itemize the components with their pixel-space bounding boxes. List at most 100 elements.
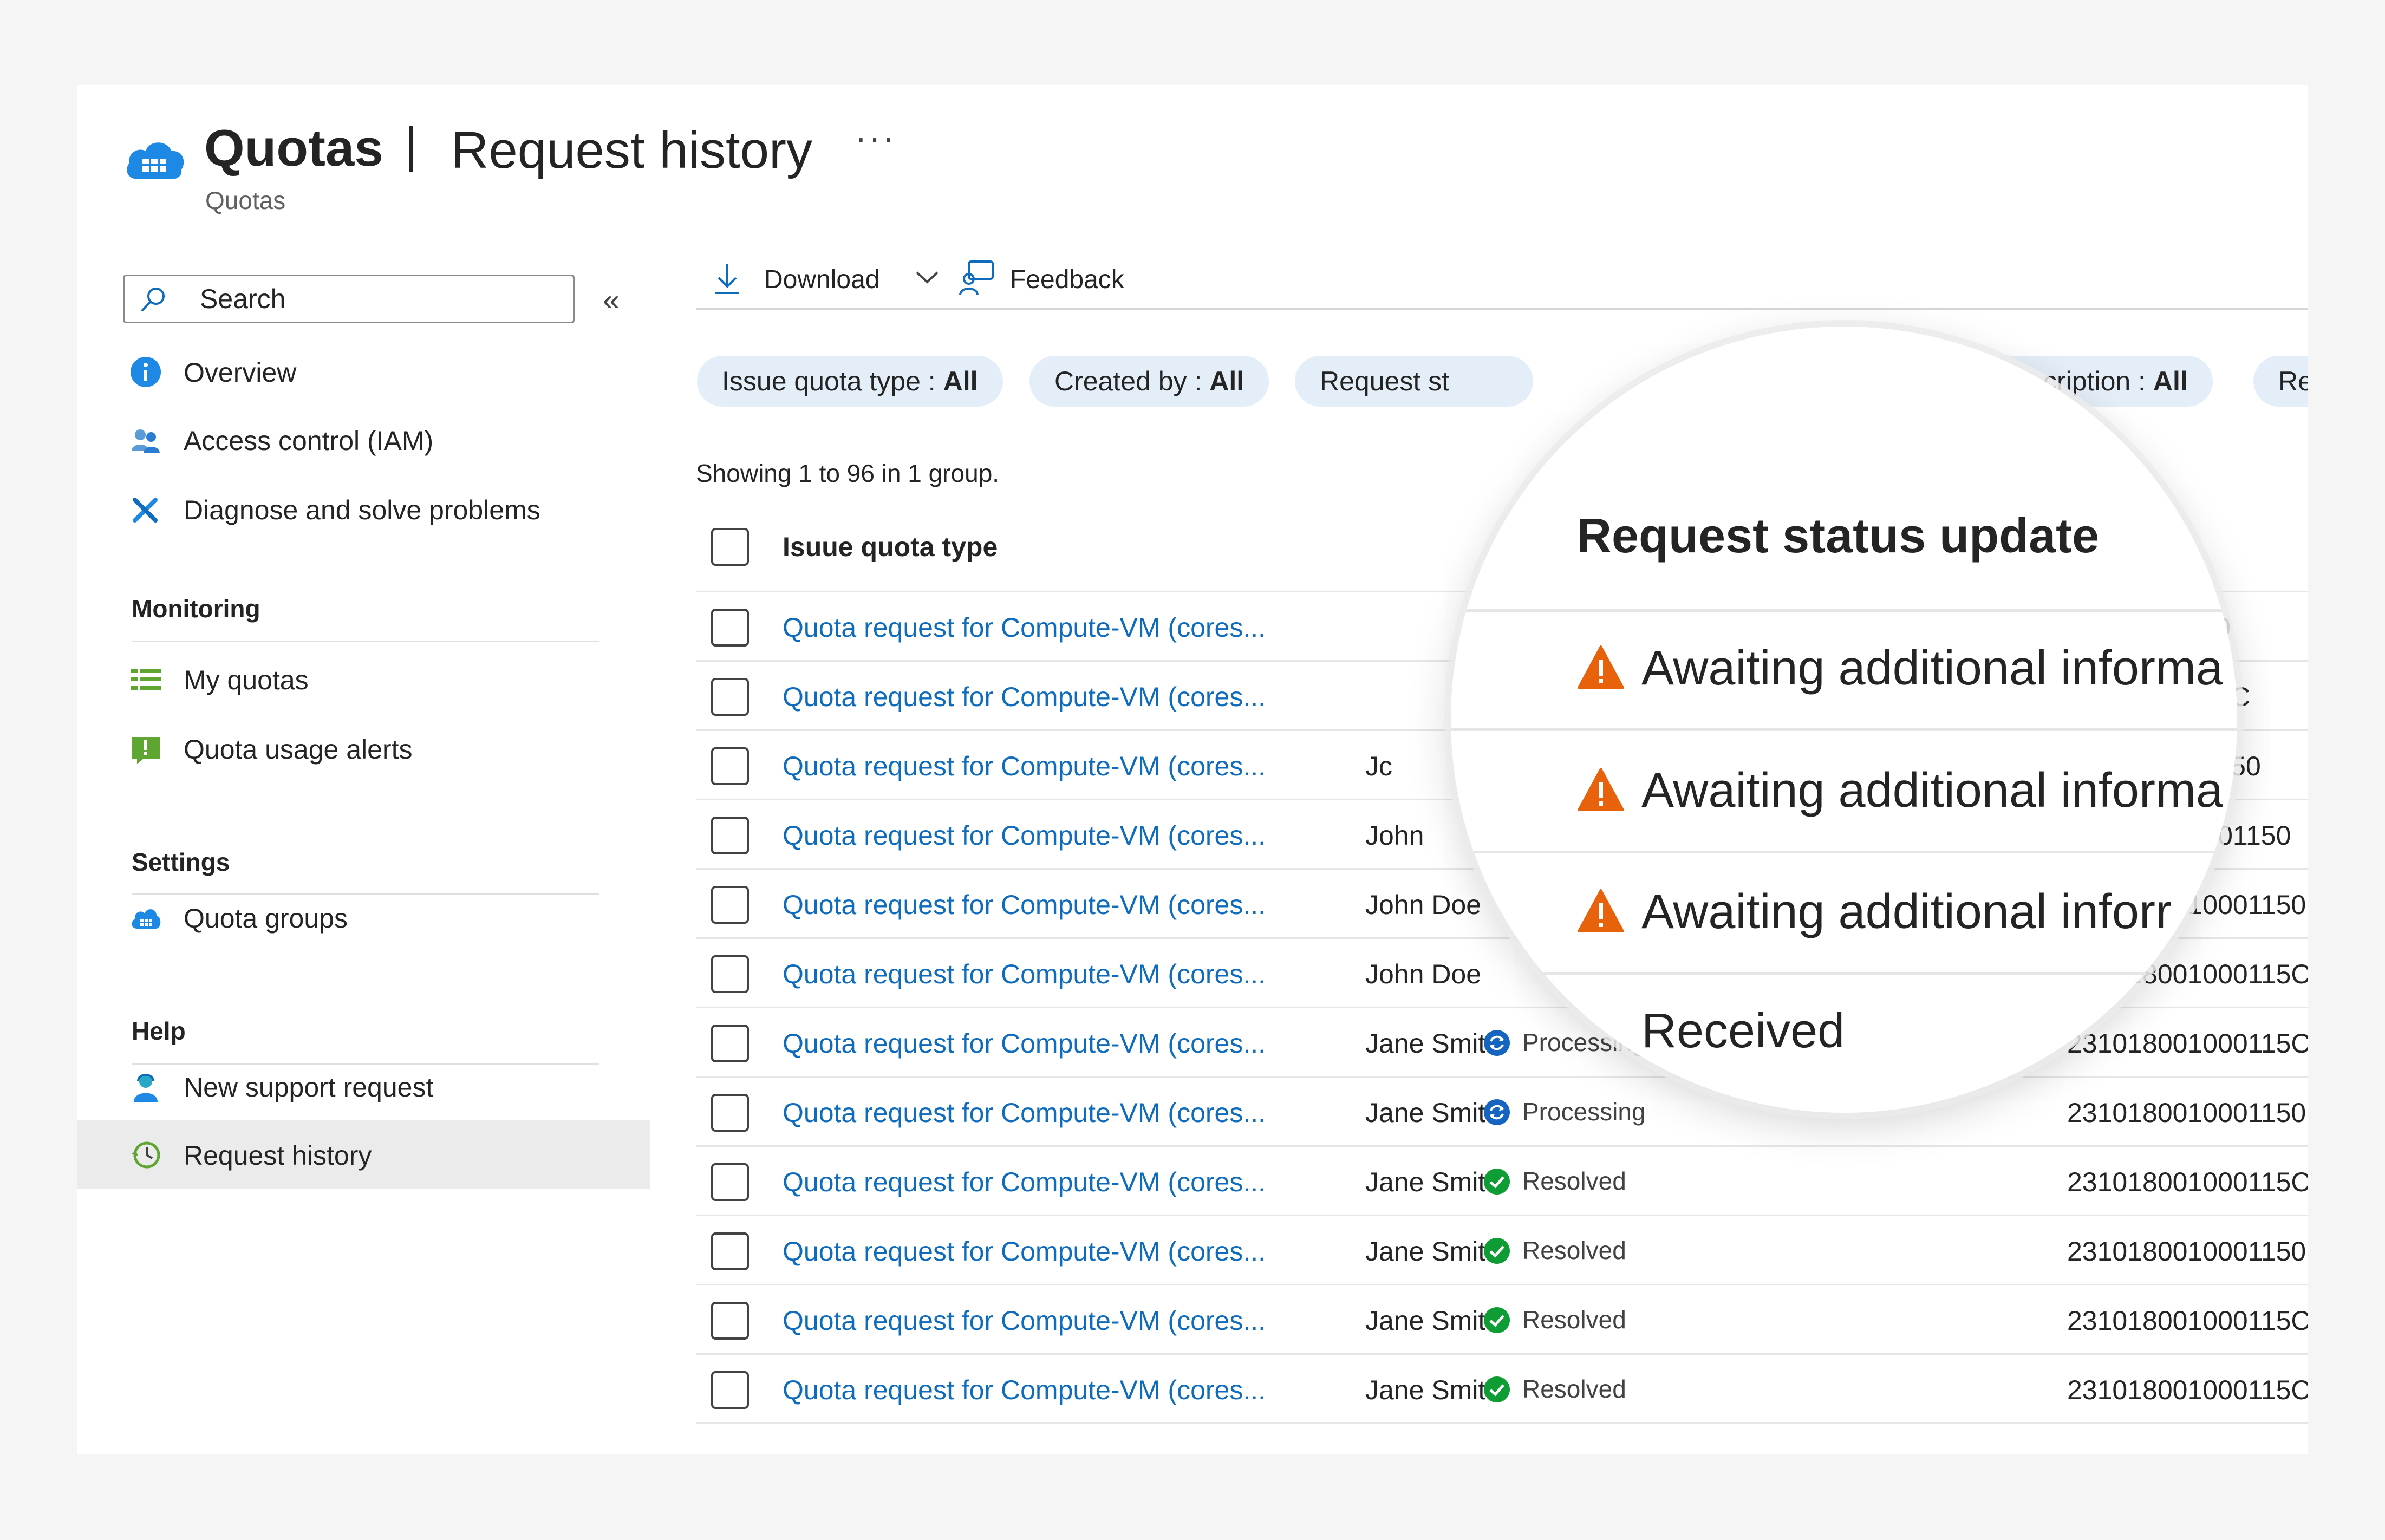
status-cell: Processing bbox=[1483, 1097, 1646, 1126]
sidebar-item-overview[interactable]: Overview bbox=[77, 337, 650, 406]
download-label: Download bbox=[764, 265, 880, 294]
filter-value: All bbox=[2153, 366, 2188, 396]
filter-label: Issue quota type : bbox=[722, 366, 943, 396]
sidebar-item-request-history[interactable]: Request history bbox=[77, 1120, 650, 1189]
select-all-checkbox[interactable] bbox=[711, 528, 749, 566]
resolved-icon bbox=[1484, 1307, 1510, 1333]
magnifier-status-row: Received bbox=[1641, 1003, 1845, 1059]
created-by: Jane Smith bbox=[1365, 1236, 1501, 1267]
magnifier-divider bbox=[1451, 609, 2237, 612]
created-by: Jane Smith bbox=[1365, 1375, 1501, 1405]
status-label: Resolved bbox=[1522, 1375, 1626, 1403]
chevron-down-icon[interactable] bbox=[915, 269, 940, 285]
magnifier-divider bbox=[1451, 972, 2237, 975]
filter-more[interactable]: Re bbox=[2253, 356, 2308, 407]
table-row[interactable]: Quota request for Compute-VM (cores... J… bbox=[696, 1353, 2308, 1424]
row-checkbox[interactable] bbox=[711, 1025, 749, 1062]
request-link[interactable]: Quota request for Compute-VM (cores... bbox=[783, 1097, 1266, 1128]
sidebar-item-quota-groups[interactable]: Quota groups bbox=[77, 883, 650, 951]
page-subtitle: Request history bbox=[451, 121, 812, 179]
sidebar-item-quota-usage-alerts[interactable]: Quota usage alerts bbox=[77, 714, 650, 782]
table-bottom-border bbox=[696, 1422, 2308, 1424]
results-count: Showing 1 to 96 in 1 group. bbox=[696, 459, 1000, 487]
sidebar-item-diagnose[interactable]: Diagnose and solve problems bbox=[77, 475, 650, 543]
table-row[interactable]: Quota request for Compute-VM (cores... J… bbox=[696, 1076, 2308, 1147]
column-header-issue-quota-type[interactable]: Isuue quota type bbox=[783, 531, 998, 563]
row-checkbox[interactable] bbox=[711, 1163, 749, 1201]
created-by: Jane Smith bbox=[1365, 1098, 1501, 1128]
status-magnifier-callout: Request status update Awaiting additiona… bbox=[1451, 327, 2237, 1113]
row-checkbox[interactable] bbox=[711, 817, 749, 854]
breadcrumb: Quotas bbox=[205, 186, 286, 214]
request-id: 231018001000115C bbox=[2067, 1306, 2308, 1336]
created-by: John Doe bbox=[1365, 890, 1482, 920]
magnifier-column-title: Request status update bbox=[1576, 509, 2100, 563]
sidebar-item-label: New support request bbox=[184, 1072, 434, 1102]
section-heading-help: Help bbox=[132, 1017, 186, 1045]
collapse-sidebar-button[interactable]: « bbox=[603, 282, 620, 317]
status-cell: Resolved bbox=[1483, 1166, 1626, 1196]
sidebar-item-access-control[interactable]: Access control (IAM) bbox=[77, 406, 650, 474]
request-link[interactable]: Quota request for Compute-VM (cores... bbox=[783, 681, 1266, 713]
created-by: Jane Smith bbox=[1365, 1028, 1501, 1059]
filter-label: Created by : bbox=[1054, 366, 1210, 396]
magnifier-divider bbox=[1451, 728, 2237, 731]
request-link[interactable]: Quota request for Compute-VM (cores... bbox=[783, 1305, 1266, 1336]
created-by: Jane Smith bbox=[1365, 1306, 1501, 1336]
filter-issue-quota-type[interactable]: Issue quota type : All bbox=[697, 356, 1003, 407]
magnifier-status-row: Awaiting additional informa bbox=[1576, 641, 2223, 696]
magnifier-status-row: Awaiting additional informa bbox=[1576, 763, 2223, 819]
request-link[interactable]: Quota request for Compute-VM (cores... bbox=[783, 1166, 1266, 1198]
request-id: 2310180010001150 bbox=[2067, 1098, 2306, 1128]
row-checkbox[interactable] bbox=[711, 886, 749, 924]
request-id: 231018001000115C bbox=[2067, 1167, 2308, 1197]
processing-icon bbox=[1484, 1099, 1510, 1125]
row-checkbox[interactable] bbox=[711, 1232, 749, 1270]
sidebar-search-input[interactable] bbox=[123, 275, 575, 323]
row-checkbox[interactable] bbox=[711, 1302, 749, 1340]
status-cell: Resolved bbox=[1483, 1374, 1626, 1404]
magnifier-status-label: Awaiting additional informa bbox=[1641, 764, 2223, 818]
request-link[interactable]: Quota request for Compute-VM (cores... bbox=[783, 958, 1266, 990]
request-link[interactable]: Quota request for Compute-VM (cores... bbox=[783, 889, 1266, 921]
row-checkbox[interactable] bbox=[711, 747, 749, 785]
request-link[interactable]: Quota request for Compute-VM (cores... bbox=[783, 1028, 1266, 1059]
more-options-button[interactable]: ··· bbox=[855, 118, 896, 158]
page-title: Quotas bbox=[204, 119, 383, 177]
feedback-icon bbox=[959, 260, 994, 296]
request-link[interactable]: Quota request for Compute-VM (cores... bbox=[783, 1374, 1266, 1406]
title-separator bbox=[409, 126, 413, 172]
status-cell: Resolved bbox=[1483, 1305, 1626, 1334]
created-by: Jc bbox=[1365, 751, 1392, 781]
table-row[interactable]: Quota request for Compute-VM (cores... J… bbox=[696, 1284, 2308, 1355]
row-checkbox[interactable] bbox=[711, 678, 749, 716]
sidebar-item-label: Access control (IAM) bbox=[184, 426, 434, 456]
download-icon bbox=[715, 264, 739, 294]
row-checkbox[interactable] bbox=[711, 955, 749, 993]
request-link[interactable]: Quota request for Compute-VM (cores... bbox=[783, 820, 1266, 851]
search-icon bbox=[141, 288, 165, 311]
magnifier-divider bbox=[1451, 851, 2237, 853]
filter-created-by[interactable]: Created by : All bbox=[1029, 356, 1269, 407]
row-checkbox[interactable] bbox=[711, 609, 749, 647]
row-checkbox[interactable] bbox=[711, 1371, 749, 1409]
filter-label: Request st bbox=[1320, 366, 1450, 396]
filter-request-status[interactable]: Request st bbox=[1295, 356, 1533, 407]
sidebar-item-new-support-request[interactable]: New support request bbox=[77, 1052, 650, 1120]
request-link[interactable]: Quota request for Compute-VM (cores... bbox=[783, 612, 1266, 643]
filter-label: Re bbox=[2278, 366, 2308, 396]
table-row[interactable]: Quota request for Compute-VM (cores... J… bbox=[696, 1145, 2308, 1216]
sidebar-item-label: Quota usage alerts bbox=[184, 734, 413, 765]
status-label: Resolved bbox=[1522, 1306, 1626, 1334]
request-link[interactable]: Quota request for Compute-VM (cores... bbox=[783, 751, 1266, 782]
request-id: 2310180010001150 bbox=[2067, 1236, 2306, 1267]
portal-panel: Quotas Request history ··· Quotas Search… bbox=[77, 85, 2308, 1454]
people-icon bbox=[132, 429, 160, 453]
sidebar-item-my-quotas[interactable]: My quotas bbox=[77, 645, 650, 713]
request-link[interactable]: Quota request for Compute-VM (cores... bbox=[783, 1236, 1266, 1267]
feedback-label: Feedback bbox=[1010, 265, 1124, 294]
row-checkbox[interactable] bbox=[711, 1094, 749, 1132]
magnifier-status-label: Awaiting additional informa bbox=[1641, 641, 2223, 695]
table-row[interactable]: Quota request for Compute-VM (cores... J… bbox=[696, 1215, 2308, 1285]
magnifier-status-label: Received bbox=[1641, 1004, 1845, 1058]
